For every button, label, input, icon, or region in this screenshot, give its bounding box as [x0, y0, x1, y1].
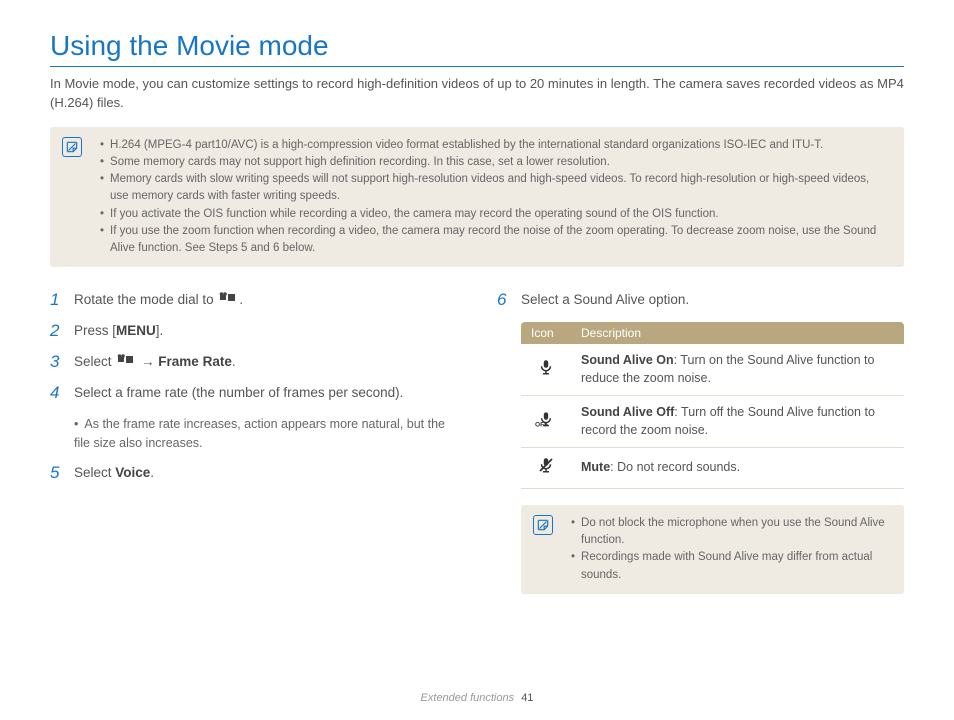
step-text: Press [MENU]. — [74, 322, 457, 341]
top-note-item: If you activate the OIS function while r… — [106, 206, 890, 223]
top-note-item: If you use the zoom function when record… — [106, 223, 890, 258]
mic-on-icon — [521, 344, 571, 396]
page-number: 41 — [521, 692, 533, 704]
table-row: Mute: Do not record sounds. — [521, 448, 904, 489]
top-note-box: H.264 (MPEG-4 part10/AVC) is a high-comp… — [50, 127, 904, 268]
mic-off-icon: OFF — [521, 396, 571, 448]
step-1: 1 Rotate the mode dial to . — [50, 291, 457, 310]
bottom-note-item: Do not block the microphone when you use… — [577, 515, 890, 550]
step-5: 5 Select Voice. — [50, 464, 457, 483]
bottom-note-item: Recordings made with Sound Alive may dif… — [577, 549, 890, 584]
sound-alive-table: Icon Description Sound Alive On: Turn on… — [521, 322, 904, 489]
table-cell: Mute: Do not record sounds. — [571, 448, 904, 489]
table-cell: Sound Alive Off: Turn off the Sound Aliv… — [571, 396, 904, 448]
intro-text: In Movie mode, you can customize setting… — [50, 75, 904, 113]
page-title: Using the Movie mode — [50, 30, 904, 62]
step-number: 4 — [50, 383, 74, 403]
content-columns: 1 Rotate the mode dial to . 2 Press [MEN… — [50, 291, 904, 594]
step-text: Rotate the mode dial to . — [74, 291, 457, 310]
top-note-item: H.264 (MPEG-4 part10/AVC) is a high-comp… — [106, 137, 890, 154]
table-row: Sound Alive On: Turn on the Sound Alive … — [521, 344, 904, 396]
step-number: 1 — [50, 290, 74, 310]
left-column: 1 Rotate the mode dial to . 2 Press [MEN… — [50, 291, 457, 594]
top-note-item: Some memory cards may not support high d… — [106, 154, 890, 171]
step-number: 6 — [497, 290, 521, 310]
step-text: Select → Frame Rate. — [74, 353, 457, 372]
bottom-note-box: Do not block the microphone when you use… — [521, 505, 904, 594]
title-rule — [50, 66, 904, 67]
step-2: 2 Press [MENU]. — [50, 322, 457, 341]
table-header-icon: Icon — [521, 322, 571, 344]
step-text: Select Voice. — [74, 464, 457, 483]
note-icon — [62, 137, 82, 157]
page-footer: Extended functions 41 — [0, 692, 954, 704]
step-4: 4 Select a frame rate (the number of fra… — [50, 384, 457, 451]
step-text: Select a frame rate (the number of frame… — [74, 384, 457, 403]
table-header-desc: Description — [571, 322, 904, 344]
step-number: 3 — [50, 352, 74, 372]
footer-section: Extended functions — [421, 692, 515, 704]
top-note-item: Memory cards with slow writing speeds wi… — [106, 171, 890, 206]
right-column: 6 Select a Sound Alive option. Icon Desc… — [497, 291, 904, 594]
step-text: Select a Sound Alive option. — [521, 291, 904, 310]
mic-mute-icon — [521, 448, 571, 489]
movie-menu-icon — [117, 353, 135, 372]
svg-text:OFF: OFF — [535, 422, 548, 429]
note-icon — [533, 515, 553, 535]
step-number: 2 — [50, 321, 74, 341]
step-subtext: As the frame rate increases, action appe… — [74, 415, 457, 451]
movie-dial-icon — [219, 291, 237, 310]
step-6: 6 Select a Sound Alive option. — [497, 291, 904, 310]
step-3: 3 Select → Frame Rate. — [50, 353, 457, 372]
table-row: OFF Sound Alive Off: Turn off the Sound … — [521, 396, 904, 448]
table-cell: Sound Alive On: Turn on the Sound Alive … — [571, 344, 904, 396]
step-number: 5 — [50, 463, 74, 483]
